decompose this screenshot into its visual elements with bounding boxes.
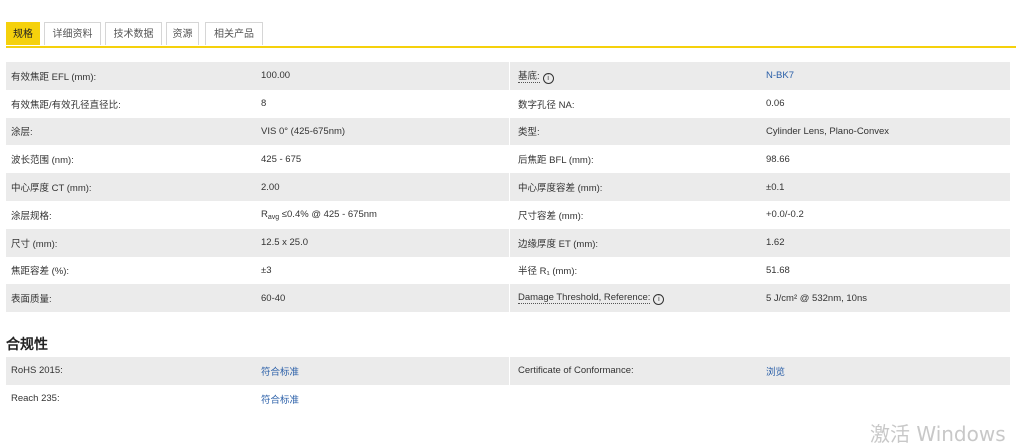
substrate-link[interactable]: N-BK7 — [766, 70, 794, 81]
compliance-label: RoHS 2015: — [6, 357, 256, 385]
tab-details[interactable]: 详细资料 — [44, 22, 101, 45]
compliance-label: Certificate of Conformance: — [509, 357, 761, 385]
spec-label: 基底: i — [509, 62, 761, 90]
spec-label: 涂层规格: — [11, 210, 52, 222]
rohs-link[interactable]: 符合标准 — [261, 367, 299, 378]
spec-value: ±0.1 — [761, 173, 1010, 201]
compliance-value: 符合标准 — [256, 357, 510, 385]
table-row: RoHS 2015: 符合标准 Certificate of Conforman… — [6, 357, 1010, 385]
spec-value: N-BK7 — [761, 62, 1010, 90]
table-row: 涂层规格: Ravg ≤0.4% @ 425 - 675nm 尺寸容差 (mm)… — [6, 200, 1010, 229]
spec-value: VIS 0° (425-675nm) — [256, 117, 510, 146]
tab-resources[interactable]: 资源 — [166, 22, 199, 45]
spec-value: 100.00 — [256, 62, 510, 90]
table-row: 波长范围 (nm): 425 - 675 后焦距 BFL (mm): 98.66 — [6, 145, 1010, 174]
compliance-value: 符合标准 — [256, 385, 510, 413]
compliance-label — [509, 384, 761, 413]
tab-tech-data[interactable]: 技术数据 — [105, 22, 162, 45]
info-icon[interactable]: i — [653, 293, 665, 305]
spec-label: 半径 R₁ (mm): — [509, 256, 761, 285]
spec-value: 2.00 — [256, 173, 510, 201]
table-row: 有效焦距/有效孔径直径比: 8 数字孔径 NA: 0.06 — [6, 89, 1010, 118]
spec-value: Ravg ≤0.4% @ 425 - 675nm — [256, 201, 510, 229]
compliance-value: 浏览 — [761, 357, 1010, 385]
table-row: 尺寸 (mm): 12.5 x 25.0 边缘厚度 ET (mm): 1.62 — [6, 228, 1010, 257]
substrate-label: 基底: — [518, 70, 540, 83]
spec-value: 8 — [261, 98, 267, 110]
activation-watermark: 激活 Windows — [870, 422, 1006, 446]
info-icon[interactable]: i — [542, 72, 554, 84]
table-row: 涂层: VIS 0° (425-675nm) 类型: Cylinder Lens… — [6, 117, 1010, 146]
spec-label: 涂层: — [6, 117, 256, 146]
coating-prefix: R — [261, 208, 268, 220]
spec-label: 边缘厚度 ET (mm): — [509, 228, 761, 257]
coating-spec: ≤0.4% @ 425 - 675nm — [279, 208, 377, 220]
spec-label: 尺寸容差 (mm): — [509, 200, 761, 229]
spec-table: 有效焦距 EFL (mm): 100.00 基底: i N-BK7 有效焦距/有效… — [6, 62, 1010, 313]
spec-label: Damage Threshold, Reference: i — [509, 284, 761, 313]
spec-value: 12.5 x 25.0 — [256, 228, 510, 257]
spec-value: 425 - 675 — [261, 153, 302, 165]
spec-label: 有效焦距 EFL (mm): — [6, 62, 256, 90]
spec-value: 51.68 — [766, 264, 790, 276]
tab-related-products[interactable]: 相关产品 — [205, 22, 263, 45]
spec-value: ±3 — [261, 264, 272, 276]
spec-label: 波长范围 (nm): — [11, 155, 74, 167]
compliance-label: Reach 235: — [11, 393, 60, 405]
spec-value: +0.0/-0.2 — [766, 209, 804, 221]
table-row: 有效焦距 EFL (mm): 100.00 基底: i N-BK7 — [6, 62, 1010, 90]
certificate-view-link[interactable]: 浏览 — [766, 367, 785, 378]
spec-label: 焦距容差 (%): — [11, 266, 70, 278]
spec-label: 尺寸 (mm): — [6, 228, 256, 257]
table-row: 焦距容差 (%): ±3 半径 R₁ (mm): 51.68 — [6, 256, 1010, 285]
spec-label: 类型: — [509, 117, 761, 146]
spec-label: 中心厚度容差 (mm): — [509, 173, 761, 201]
tab-bar: 规格 详细资料 技术数据 资源 相关产品 — [6, 20, 1016, 48]
spec-label: 表面质量: — [6, 284, 256, 313]
compliance-table: RoHS 2015: 符合标准 Certificate of Conforman… — [6, 357, 1010, 413]
spec-value: Cylinder Lens, Plano-Convex — [761, 117, 1010, 146]
tab-specs[interactable]: 规格 — [6, 22, 40, 45]
spec-label: 后焦距 BFL (mm): — [509, 145, 761, 174]
spec-value: 5 J/cm² @ 532nm, 10ns — [761, 284, 1010, 313]
spec-value: 1.62 — [761, 228, 1010, 257]
coating-subscript: avg — [267, 213, 280, 221]
spec-label: 有效焦距/有效孔径直径比: — [11, 99, 121, 111]
spec-value: 60-40 — [256, 284, 510, 313]
spec-label: 中心厚度 CT (mm): — [6, 173, 256, 201]
table-row: 表面质量: 60-40 Damage Threshold, Reference:… — [6, 284, 1010, 313]
spec-value: 98.66 — [766, 153, 790, 165]
reach-link[interactable]: 符合标准 — [261, 395, 299, 406]
table-row: 中心厚度 CT (mm): 2.00 中心厚度容差 (mm): ±0.1 — [6, 173, 1010, 201]
compliance-heading: 合规性 — [6, 336, 48, 352]
spec-value: 0.06 — [766, 98, 785, 110]
spec-label: 数字孔径 NA: — [509, 89, 761, 118]
compliance-value — [761, 385, 1010, 413]
table-row: Reach 235: 符合标准 — [6, 384, 1010, 413]
damage-threshold-label: Damage Threshold, Reference: — [518, 291, 651, 304]
